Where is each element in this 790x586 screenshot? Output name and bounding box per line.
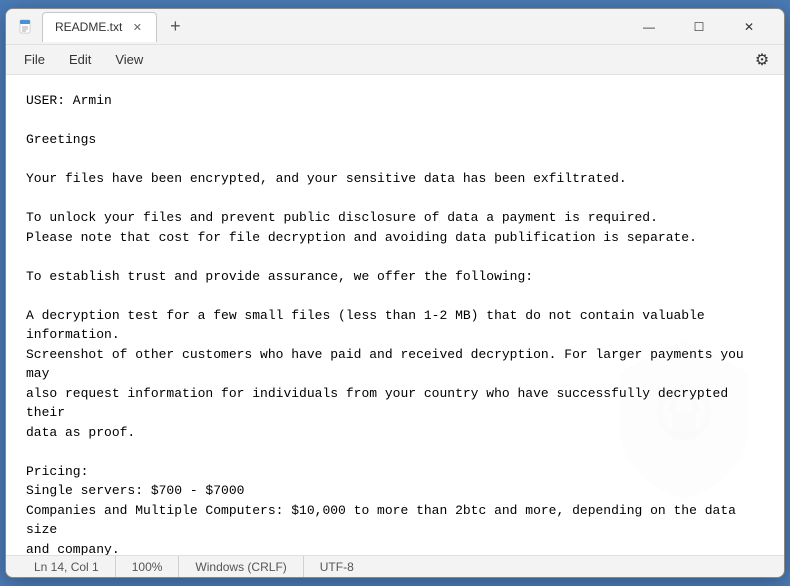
cursor-position: Ln 14, Col 1 [18, 556, 116, 577]
menu-file[interactable]: File [14, 48, 55, 71]
menu-bar: File Edit View ⚙ [6, 45, 784, 75]
menu-edit[interactable]: Edit [59, 48, 101, 71]
encoding: UTF-8 [304, 556, 370, 577]
app-icon [18, 19, 34, 35]
content-area[interactable]: USER: Armin Greetings Your files have be… [6, 75, 784, 555]
status-bar: Ln 14, Col 1 100% Windows (CRLF) UTF-8 [6, 555, 784, 577]
window-controls: — ☐ ✕ [626, 11, 772, 43]
tab-label: README.txt [55, 20, 122, 34]
tab-area: README.txt ✕ + [42, 12, 618, 42]
close-button[interactable]: ✕ [726, 11, 772, 43]
notepad-window: README.txt ✕ + — ☐ ✕ File Edit View ⚙ US… [5, 8, 785, 578]
line-ending: Windows (CRLF) [179, 556, 303, 577]
menu-view[interactable]: View [105, 48, 153, 71]
settings-icon[interactable]: ⚙ [748, 46, 776, 74]
zoom-level: 100% [116, 556, 180, 577]
tab-readme[interactable]: README.txt ✕ [42, 12, 157, 42]
maximize-button[interactable]: ☐ [676, 11, 722, 43]
title-bar: README.txt ✕ + — ☐ ✕ [6, 9, 784, 45]
new-tab-button[interactable]: + [161, 13, 189, 41]
tab-close-button[interactable]: ✕ [130, 20, 144, 34]
minimize-button[interactable]: — [626, 11, 672, 43]
text-content: USER: Armin Greetings Your files have be… [26, 91, 764, 555]
